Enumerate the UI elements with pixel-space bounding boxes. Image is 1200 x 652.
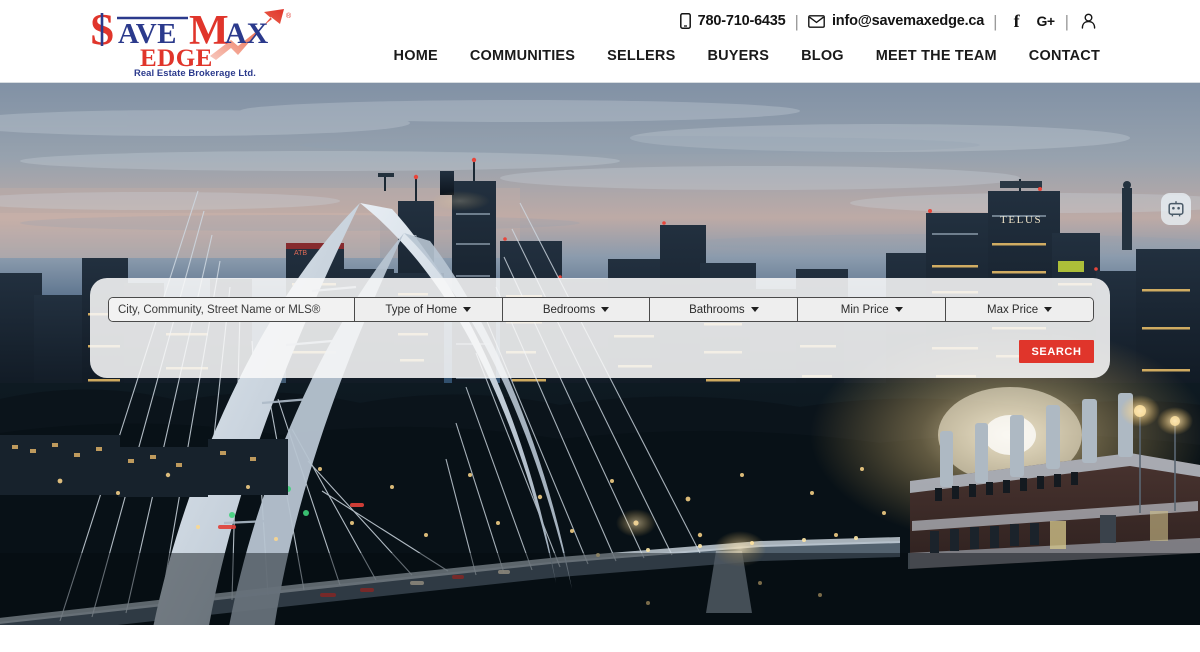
mobile-phone-icon [679,13,691,29]
search-input[interactable] [109,298,355,321]
type-of-home-label: Type of Home [385,303,457,316]
search-button[interactable]: SEARCH [1019,340,1094,363]
chevron-down-icon [1044,307,1053,312]
bathrooms-label: Bathrooms [689,303,745,316]
max-price-label: Max Price [987,303,1039,316]
robot-chat-icon [1168,201,1184,217]
header-contact-bar: 780-710-6435 | info@savemaxedge.ca | f G… [679,9,1098,33]
nav-item-buyers[interactable]: BUYERS [691,48,785,64]
email-link[interactable]: info@savemaxedge.ca [808,13,984,29]
chevron-down-icon [894,307,903,312]
hero-banner: TELUS CWB ATB [0,83,1200,625]
user-account-icon[interactable] [1078,11,1098,31]
bedrooms-dropdown[interactable]: Bedrooms [502,298,651,321]
save-max-edge-logo-graphic: ® S AVE M AX EDGE Real Estate Brokerage … [90,5,292,78]
main-navigation: HOME COMMUNITIES SELLERS BUYERS BLOG MEE… [378,48,1100,64]
property-search-panel: Type of Home Bedrooms Bathrooms Min Pric… [90,278,1110,378]
nav-item-home[interactable]: HOME [378,48,454,64]
svg-text:ATB: ATB [294,250,307,257]
chevron-down-icon [462,307,471,312]
chevron-down-icon [601,307,610,312]
chat-bot-widget[interactable] [1161,193,1191,225]
bedrooms-label: Bedrooms [542,303,596,316]
min-price-dropdown[interactable]: Min Price [798,298,947,321]
nav-item-contact[interactable]: CONTACT [1013,48,1100,64]
bathrooms-dropdown[interactable]: Bathrooms [650,298,799,321]
phone-link[interactable]: 780-710-6435 [679,13,786,29]
google-plus-icon[interactable]: G+ [1036,11,1056,31]
divider: | [993,11,998,31]
site-logo[interactable]: ® S AVE M AX EDGE Real Estate Brokerage … [88,4,303,78]
svg-text:®: ® [286,12,292,20]
email-address: info@savemaxedge.ca [831,13,985,29]
nav-item-communities[interactable]: COMMUNITIES [454,48,591,64]
page-content-below-hero [0,625,1200,652]
type-of-home-dropdown[interactable]: Type of Home [354,298,503,321]
envelope-icon [808,14,825,28]
divider: | [794,11,799,31]
max-price-dropdown[interactable]: Max Price [946,298,1093,321]
min-price-label: Min Price [840,303,889,316]
svg-text:Real Estate Brokerage Ltd.: Real Estate Brokerage Ltd. [134,67,256,78]
nav-item-meet-the-team[interactable]: MEET THE TEAM [860,48,1013,64]
svg-text:AX: AX [225,17,269,50]
nav-item-sellers[interactable]: SELLERS [591,48,691,64]
chevron-down-icon [750,307,759,312]
facebook-icon[interactable]: f [1007,11,1027,31]
nav-item-blog[interactable]: BLOG [785,48,860,64]
site-header: ® S AVE M AX EDGE Real Estate Brokerage … [0,0,1200,83]
search-fields-row: Type of Home Bedrooms Bathrooms Min Pric… [108,297,1094,322]
phone-number: 780-710-6435 [697,13,786,29]
divider: | [1064,11,1069,31]
